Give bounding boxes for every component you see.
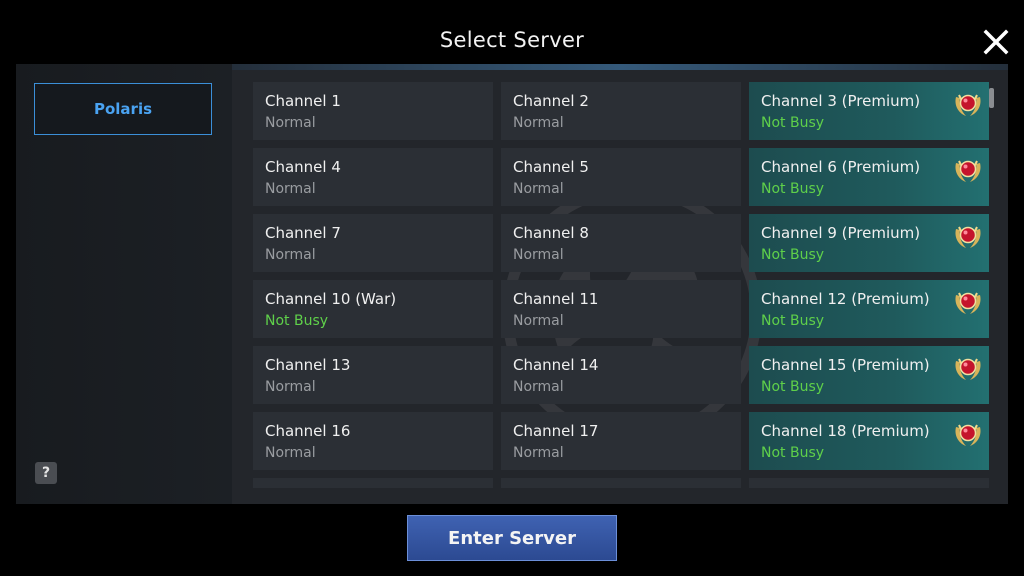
channel-name: Channel 2 (513, 92, 589, 110)
channel-status: Not Busy (761, 247, 825, 263)
channel-cell[interactable]: Channel 6 (Premium) Not Busy (749, 148, 989, 206)
channel-list-area: Channel 1 Normal Channel 2 Normal Channel 3 … (232, 64, 1008, 504)
channel-status: Not Busy (761, 181, 825, 197)
server-panel: Polaris ? Channel 1 Normal Channel 2 Normal… (16, 64, 1008, 504)
channel-name: Channel 14 (513, 356, 599, 374)
channel-cell-partial[interactable] (501, 478, 741, 488)
channel-status: Normal (513, 181, 564, 197)
server-sidebar: Polaris ? (16, 64, 232, 504)
premium-badge-icon (952, 221, 984, 251)
top-glow (232, 64, 1008, 70)
page-title: Select Server (439, 28, 585, 52)
channel-status: Normal (265, 445, 316, 461)
premium-badge-icon (952, 89, 984, 119)
channel-status: Not Busy (761, 445, 825, 461)
channel-cell[interactable]: Channel 8 Normal (501, 214, 741, 272)
channel-name: Channel 6 (Premium) (761, 158, 921, 176)
help-icon: ? (41, 465, 51, 481)
channel-name: Channel 5 (513, 158, 589, 176)
channel-status: Normal (513, 379, 564, 395)
channel-cell[interactable]: Channel 11 Normal (501, 280, 741, 338)
channel-cell[interactable]: Channel 9 (Premium) Not Busy (749, 214, 989, 272)
enter-server-button[interactable]: Enter Server (407, 515, 617, 561)
channel-cell[interactable]: Channel 3 (Premium) Not Busy (749, 82, 989, 140)
channel-cell-partial[interactable] (253, 478, 493, 488)
help-button[interactable]: ? (35, 462, 57, 484)
channel-status: Normal (513, 115, 564, 131)
channel-status: Not Busy (761, 379, 825, 395)
premium-badge-icon (952, 155, 984, 185)
channel-cell[interactable]: Channel 4 Normal (253, 148, 493, 206)
server-tab-polaris[interactable]: Polaris (34, 83, 212, 135)
channel-status: Normal (265, 247, 316, 263)
channel-grid: Channel 1 Normal Channel 2 Normal Channel 3 … (253, 82, 993, 488)
channel-name: Channel 13 (265, 356, 351, 374)
channel-name: Channel 7 (265, 224, 341, 242)
channel-name: Channel 9 (Premium) (761, 224, 921, 242)
server-tab-label: Polaris (93, 100, 153, 118)
channel-status: Not Busy (761, 313, 825, 329)
channel-name: Channel 18 (Premium) (761, 422, 930, 440)
channel-status: Normal (513, 445, 564, 461)
scrollbar-thumb[interactable] (989, 88, 994, 108)
channel-cell[interactable]: Channel 12 (Premium) Not Busy (749, 280, 989, 338)
channel-status: Not Busy (265, 313, 329, 329)
channel-cell[interactable]: Channel 18 (Premium) Not Busy (749, 412, 989, 470)
channel-cell[interactable]: Channel 14 Normal (501, 346, 741, 404)
channel-cell-partial[interactable] (749, 478, 989, 488)
channel-cell[interactable]: Channel 15 (Premium) Not Busy (749, 346, 989, 404)
channel-cell[interactable]: Channel 13 Normal (253, 346, 493, 404)
channel-cell[interactable]: Channel 16 Normal (253, 412, 493, 470)
channel-name: Channel 8 (513, 224, 589, 242)
enter-server-label: Enter Server (448, 527, 576, 549)
premium-badge-icon (952, 287, 984, 317)
premium-badge-icon (952, 353, 984, 383)
channel-status: Normal (265, 379, 316, 395)
channel-name: Channel 3 (Premium) (761, 92, 921, 110)
channel-status: Normal (513, 247, 564, 263)
channel-name: Channel 11 (513, 290, 599, 308)
channel-status: Normal (265, 115, 316, 131)
premium-badge-icon (952, 419, 984, 449)
channel-cell[interactable]: Channel 5 Normal (501, 148, 741, 206)
close-button[interactable] (980, 26, 1012, 58)
close-icon (983, 29, 1009, 55)
channel-name: Channel 16 (265, 422, 351, 440)
channel-name: Channel 10 (War) (265, 290, 397, 308)
channel-cell[interactable]: Channel 2 Normal (501, 82, 741, 140)
channel-name: Channel 4 (265, 158, 341, 176)
channel-name: Channel 12 (Premium) (761, 290, 930, 308)
channel-cell[interactable]: Channel 10 (War) Not Busy (253, 280, 493, 338)
channel-cell[interactable]: Channel 7 Normal (253, 214, 493, 272)
channel-cell[interactable]: Channel 1 Normal (253, 82, 493, 140)
channel-name: Channel 17 (513, 422, 599, 440)
channel-status: Normal (265, 181, 316, 197)
channel-name: Channel 1 (265, 92, 341, 110)
channel-status: Not Busy (761, 115, 825, 131)
channel-cell[interactable]: Channel 17 Normal (501, 412, 741, 470)
channel-name: Channel 15 (Premium) (761, 356, 930, 374)
channel-status: Normal (513, 313, 564, 329)
select-server-screen: Select Server Polaris ? Channel 1 Normal C… (0, 0, 1024, 576)
